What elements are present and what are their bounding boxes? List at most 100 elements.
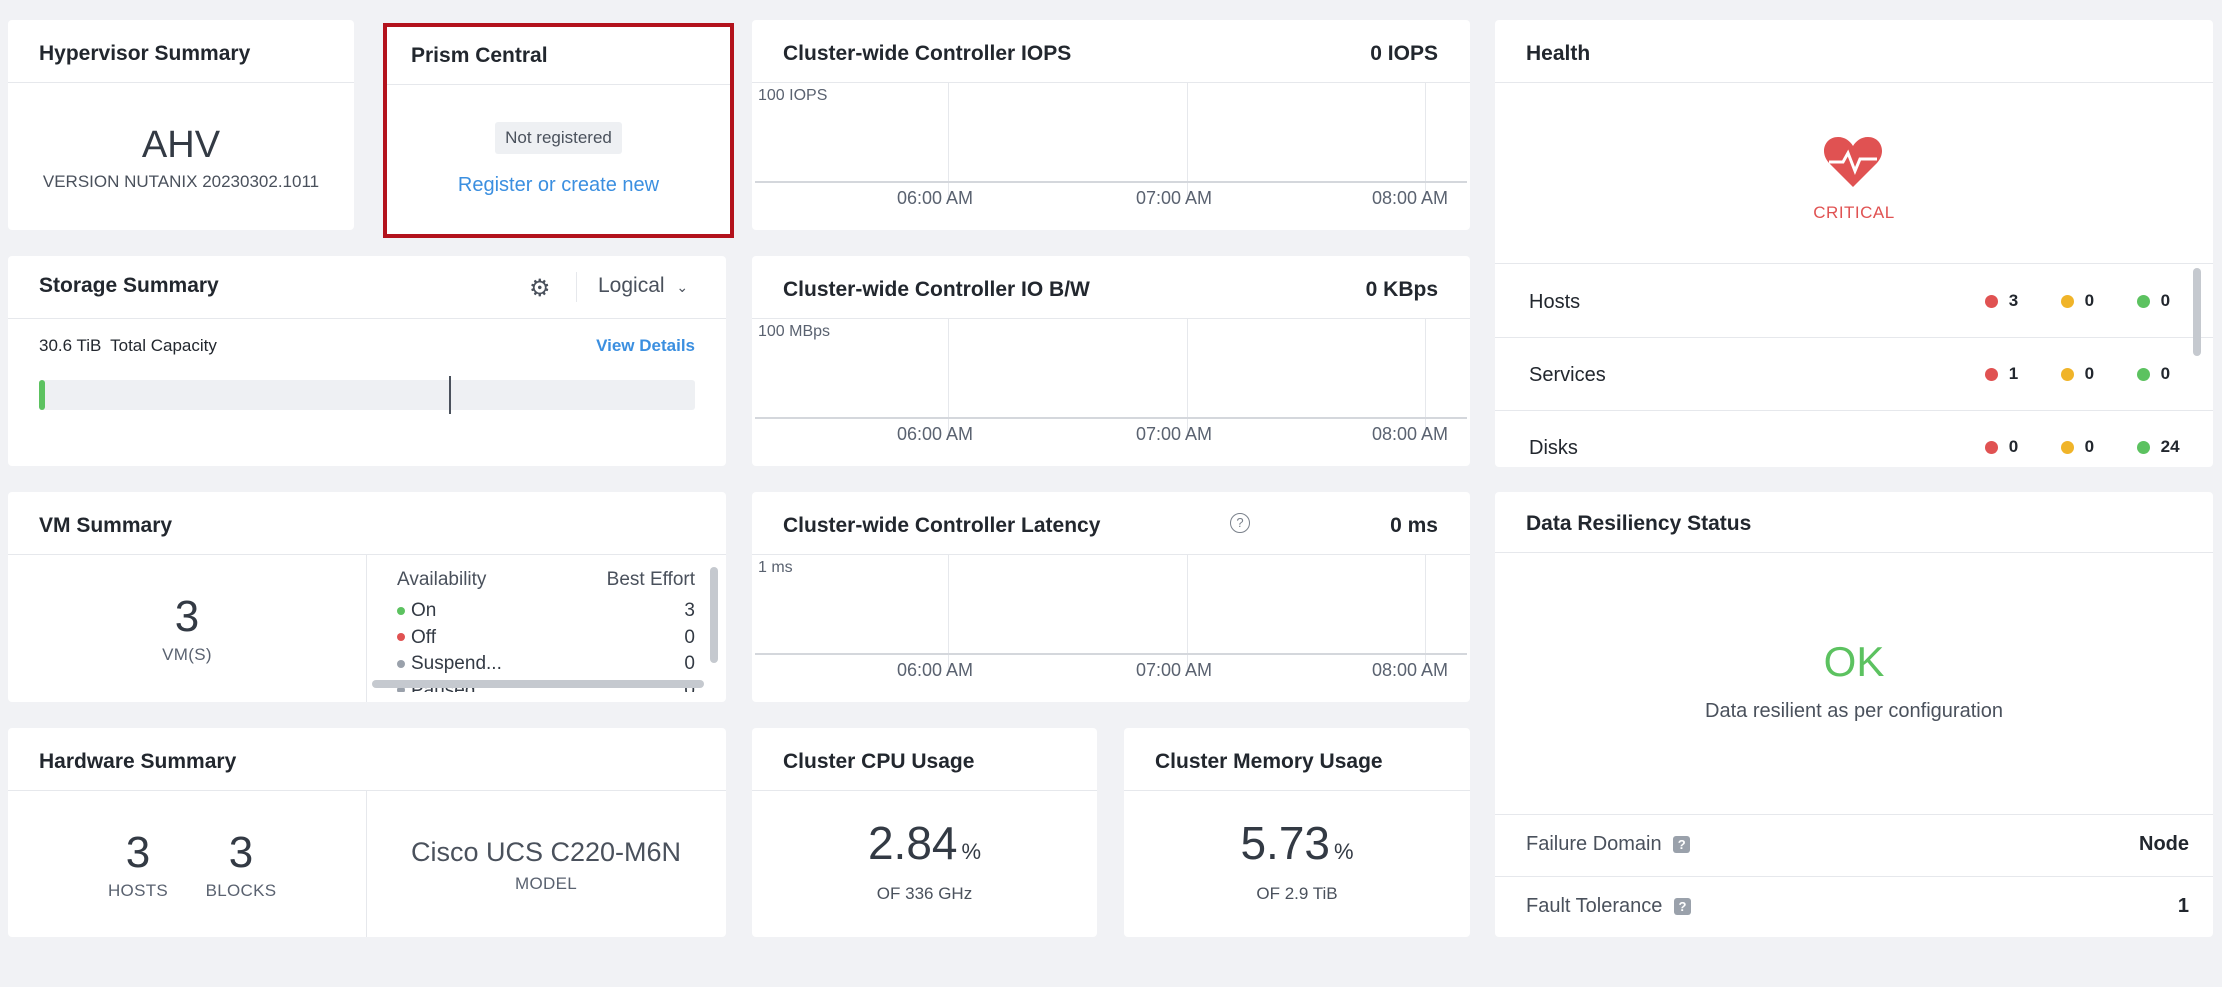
vm-state-value: 0 bbox=[684, 653, 695, 674]
blocks-count: 3 bbox=[228, 828, 254, 877]
iobw-time-2: 07:00 AM bbox=[1136, 424, 1213, 444]
latency-title: Cluster-wide Controller Latency bbox=[783, 514, 1101, 537]
hardware-summary-card: Hardware Summary 3 HOSTS 3 BLOCKS Cisco … bbox=[8, 728, 726, 937]
heart-icon bbox=[1823, 135, 1883, 194]
latency-value: 0 ms bbox=[1390, 514, 1438, 537]
resiliency-description: Data resilient as per configuration bbox=[1705, 700, 2003, 722]
storage-threshold-marker bbox=[449, 376, 451, 414]
health-status: CRITICAL bbox=[1813, 203, 1895, 222]
vm-availability-header: Availability bbox=[397, 569, 487, 590]
gear-icon[interactable]: ⚙ bbox=[529, 274, 551, 303]
health-green-count: 0 bbox=[2160, 291, 2171, 310]
iops-value: 0 IOPS bbox=[1370, 42, 1438, 65]
iobw-time-3: 08:00 AM bbox=[1372, 424, 1449, 444]
iops-time-1: 06:00 AM bbox=[897, 188, 974, 208]
iobw-card: Cluster-wide Controller IO B/W 0 KBps 10… bbox=[752, 256, 1470, 466]
vm-vertical-scrollbar[interactable] bbox=[710, 567, 718, 663]
health-row-hosts[interactable]: Hosts 3 0 0 bbox=[1495, 265, 2213, 337]
health-red-count: 0 bbox=[2008, 437, 2019, 456]
iobw-ymax: 100 MBps bbox=[758, 323, 831, 340]
health-card: Health CRITICAL Hosts 3 0 0 Services 1 0… bbox=[1495, 20, 2213, 467]
failure-domain-label: Failure Domain ? bbox=[1526, 833, 1691, 856]
health-red-count: 1 bbox=[2008, 364, 2019, 383]
state-dot-icon bbox=[397, 659, 405, 668]
cpu-capacity: OF 336 GHz bbox=[876, 884, 973, 903]
latency-time-1: 06:00 AM bbox=[897, 660, 974, 680]
health-yellow-count: 0 bbox=[2084, 291, 2095, 310]
good-dot-icon bbox=[2136, 441, 2150, 455]
view-details-link[interactable]: View Details bbox=[596, 336, 695, 356]
state-dot-icon bbox=[397, 606, 405, 615]
mem-value: 5.73 bbox=[1240, 817, 1330, 869]
hardware-model-label: MODEL bbox=[515, 874, 577, 893]
iobw-title: Cluster-wide Controller IO B/W bbox=[783, 278, 1090, 301]
fault-tolerance-label: Fault Tolerance ? bbox=[1526, 895, 1691, 918]
storage-mode-label: Logical bbox=[598, 274, 665, 297]
cpu-usage-card: Cluster CPU Usage 2.84% OF 336 GHz bbox=[752, 728, 1097, 937]
vm-state-label: Suspend... bbox=[411, 653, 502, 674]
latency-time-3: 08:00 AM bbox=[1372, 660, 1449, 680]
iops-ymax: 100 IOPS bbox=[758, 87, 828, 104]
hypervisor-summary-card: Hypervisor Summary AHV VERSION NUTANIX 2… bbox=[8, 20, 354, 230]
vm-summary-card: VM Summary 3 VM(S) Availability Best Eff… bbox=[8, 492, 726, 702]
memory-usage-card: Cluster Memory Usage 5.73% OF 2.9 TiB bbox=[1124, 728, 1470, 937]
health-row-disks[interactable]: Disks 0 0 24 bbox=[1495, 411, 2213, 467]
help-icon[interactable]: ? bbox=[1230, 513, 1250, 533]
critical-dot-icon bbox=[1985, 295, 1998, 309]
health-green-count: 0 bbox=[2160, 364, 2171, 383]
fault-tolerance-text: Fault Tolerance bbox=[1526, 895, 1663, 917]
iobw-value: 0 KBps bbox=[1365, 278, 1438, 301]
good-dot-icon bbox=[2136, 295, 2150, 309]
storage-capacity: 30.6 TiB Total Capacity bbox=[39, 336, 217, 356]
health-row-label: Hosts bbox=[1529, 291, 1581, 313]
cpu-unit: % bbox=[961, 839, 982, 864]
storage-summary-card: Storage Summary ⚙ Logical ⌄ 30.6 TiB Tot… bbox=[8, 256, 726, 466]
latency-card: Cluster-wide Controller Latency ? 0 ms 1… bbox=[752, 492, 1470, 702]
memory-capacity: OF 2.9 TiB bbox=[1256, 884, 1338, 903]
capacity-value: 30.6 TiB bbox=[39, 336, 102, 355]
cpu-usage-title: Cluster CPU Usage bbox=[783, 750, 975, 773]
state-dot-icon bbox=[397, 633, 405, 642]
vm-state-row[interactable]: On 3 bbox=[397, 600, 695, 627]
vm-count-label: VM(S) bbox=[162, 645, 212, 664]
latency-time-2: 07:00 AM bbox=[1136, 660, 1213, 680]
warning-dot-icon bbox=[2060, 295, 2074, 309]
vm-state-label: Off bbox=[411, 626, 436, 648]
vm-state-label: On bbox=[411, 600, 437, 621]
critical-dot-icon bbox=[1985, 441, 1998, 455]
fault-tolerance-value: 1 bbox=[2177, 895, 2189, 917]
hosts-count: 3 bbox=[125, 828, 151, 877]
health-yellow-count: 0 bbox=[2084, 437, 2095, 456]
help-icon[interactable]: ? bbox=[1673, 836, 1691, 854]
vm-state-value: 0 bbox=[684, 626, 695, 648]
vm-state-row[interactable]: Suspend... 0 bbox=[397, 653, 695, 680]
help-icon[interactable]: ? bbox=[1673, 898, 1691, 916]
vm-summary-title: VM Summary bbox=[39, 514, 173, 537]
storage-mode-dropdown[interactable]: Logical ⌄ bbox=[598, 274, 688, 298]
prism-central-title: Prism Central bbox=[411, 44, 548, 67]
iobw-time-1: 06:00 AM bbox=[897, 424, 974, 444]
storage-summary-title: Storage Summary bbox=[39, 274, 219, 297]
memory-usage-title: Cluster Memory Usage bbox=[1155, 750, 1383, 773]
capacity-label: Total Capacity bbox=[110, 336, 217, 355]
mem-unit: % bbox=[1333, 839, 1354, 864]
vm-horizontal-scrollbar[interactable] bbox=[372, 680, 704, 688]
failure-domain-text: Failure Domain bbox=[1526, 833, 1662, 855]
vm-best-effort-header: Best Effort bbox=[606, 569, 695, 590]
register-link[interactable]: Register or create new bbox=[387, 174, 730, 197]
cpu-usage-value: 2.84% bbox=[752, 816, 1097, 870]
failure-domain-value: Node bbox=[2139, 833, 2189, 855]
memory-usage-value: 5.73% bbox=[1124, 816, 1470, 870]
data-resiliency-title: Data Resiliency Status bbox=[1526, 512, 1752, 535]
critical-dot-icon bbox=[1985, 368, 1998, 382]
vm-state-row[interactable]: Off 0 bbox=[397, 627, 695, 654]
hosts-label: HOSTS bbox=[107, 881, 169, 900]
health-scrollbar[interactable] bbox=[2193, 268, 2201, 356]
health-row-label: Disks bbox=[1529, 437, 1578, 459]
iops-time-2: 07:00 AM bbox=[1136, 188, 1213, 208]
health-row-services[interactable]: Services 1 0 0 bbox=[1495, 338, 2213, 410]
iops-card: Cluster-wide Controller IOPS 0 IOPS 100 … bbox=[752, 20, 1470, 230]
prism-status-badge: Not registered bbox=[495, 122, 622, 154]
iops-time-3: 08:00 AM bbox=[1372, 188, 1449, 208]
hardware-summary-title: Hardware Summary bbox=[39, 750, 237, 773]
